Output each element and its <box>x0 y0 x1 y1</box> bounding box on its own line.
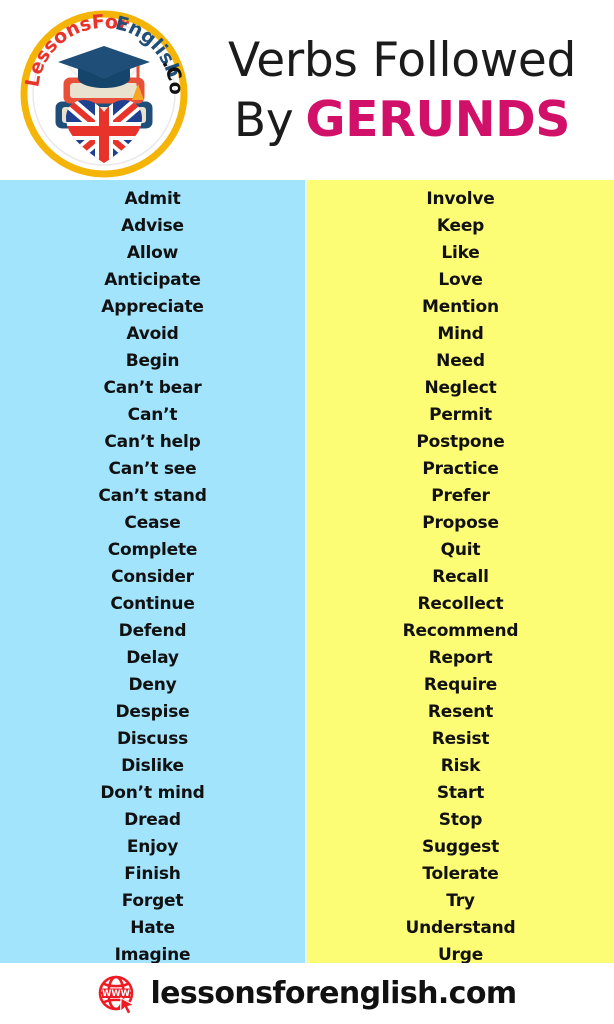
verb-columns: Admit Advise Allow Anticipate Appreciate Avoi… <box>0 180 614 965</box>
verb-item: Suggest <box>421 837 500 857</box>
footer-brand[interactable]: WWW lessonsforenglish.com <box>97 974 517 1014</box>
verb-item: Delay <box>126 648 179 668</box>
verb-item: Quit <box>440 540 481 560</box>
verb-item: Recollect <box>417 594 504 614</box>
verb-item: Cease <box>124 513 181 533</box>
verb-item: Practice <box>422 459 499 479</box>
verb-item: Love <box>438 270 483 290</box>
title-line-two: By GERUNDS <box>233 90 571 149</box>
title-gerunds-word: GERUNDS <box>305 90 571 148</box>
verb-item: Dread <box>124 810 181 830</box>
verb-item: Dislike <box>121 756 184 776</box>
verb-item: Advise <box>121 216 184 236</box>
verb-item: Appreciate <box>101 297 204 317</box>
verb-item: Can’t <box>127 405 178 425</box>
verb-item: Avoid <box>126 324 179 344</box>
verb-item: Deny <box>128 675 177 695</box>
verb-item: Risk <box>440 756 481 776</box>
worksheet-page: LessonsFor English .Com <box>0 0 614 1024</box>
verb-item: Try <box>446 891 475 911</box>
verb-item: Mind <box>437 324 484 344</box>
verb-item: Can’t see <box>108 459 197 479</box>
verb-item: Enjoy <box>126 837 179 857</box>
verb-item: Start <box>436 783 485 803</box>
www-globe-icon: WWW <box>97 974 137 1014</box>
verb-item: Anticipate <box>104 270 201 290</box>
verb-item: Need <box>436 351 485 371</box>
verb-item: Stop <box>438 810 483 830</box>
verb-item: Can’t bear <box>103 378 202 398</box>
verb-column-left: Admit Advise Allow Anticipate Appreciate Avoi… <box>0 180 307 965</box>
svg-text:WWW: WWW <box>103 988 131 998</box>
verb-item: Continue <box>110 594 195 614</box>
verb-item: Prefer <box>431 486 490 506</box>
title-by-word: By <box>233 92 294 148</box>
verb-column-right: Involve Keep Like Love Mention Mind Need Neglec… <box>307 180 614 965</box>
verb-item: Consider <box>111 567 194 587</box>
verb-item: Permit <box>429 405 492 425</box>
verb-item: Involve <box>426 189 495 209</box>
verb-item: Understand <box>405 918 516 938</box>
verb-item: Mention <box>422 297 499 317</box>
verb-item: Resist <box>431 729 490 749</box>
verb-item: Keep <box>436 216 485 236</box>
verb-item: Require <box>423 675 498 695</box>
verb-item: Propose <box>422 513 499 533</box>
verb-item: Forget <box>121 891 184 911</box>
verb-item: Can’t help <box>104 432 201 452</box>
verb-item: Finish <box>124 864 181 884</box>
page-title: Verbs Followed By GERUNDS <box>196 8 608 174</box>
verb-item: Recommend <box>402 621 519 641</box>
verb-item: Allow <box>126 243 179 263</box>
verb-item: Begin <box>125 351 180 371</box>
footer: WWW lessonsforenglish.com <box>0 963 614 1024</box>
verb-item: Neglect <box>424 378 497 398</box>
lessonsforenglish-logo: LessonsFor English .Com <box>18 8 190 180</box>
verb-item: Complete <box>107 540 198 560</box>
verb-item: Tolerate <box>422 864 499 884</box>
verb-item: Hate <box>130 918 175 938</box>
verb-item: Despise <box>115 702 190 722</box>
title-line-one: Verbs Followed <box>228 33 576 89</box>
verb-item: Resent <box>427 702 494 722</box>
header: LessonsFor English .Com <box>0 0 614 180</box>
verb-item: Like <box>441 243 480 263</box>
verb-item: Postpone <box>416 432 505 452</box>
verb-item: Admit <box>124 189 181 209</box>
verb-item: Can’t stand <box>98 486 207 506</box>
verb-item: Defend <box>118 621 187 641</box>
verb-item: Report <box>428 648 493 668</box>
verb-item: Don’t mind <box>100 783 205 803</box>
footer-site-text: lessonsforenglish.com <box>150 976 517 1011</box>
verb-item: Discuss <box>116 729 189 749</box>
verb-item: Recall <box>432 567 489 587</box>
